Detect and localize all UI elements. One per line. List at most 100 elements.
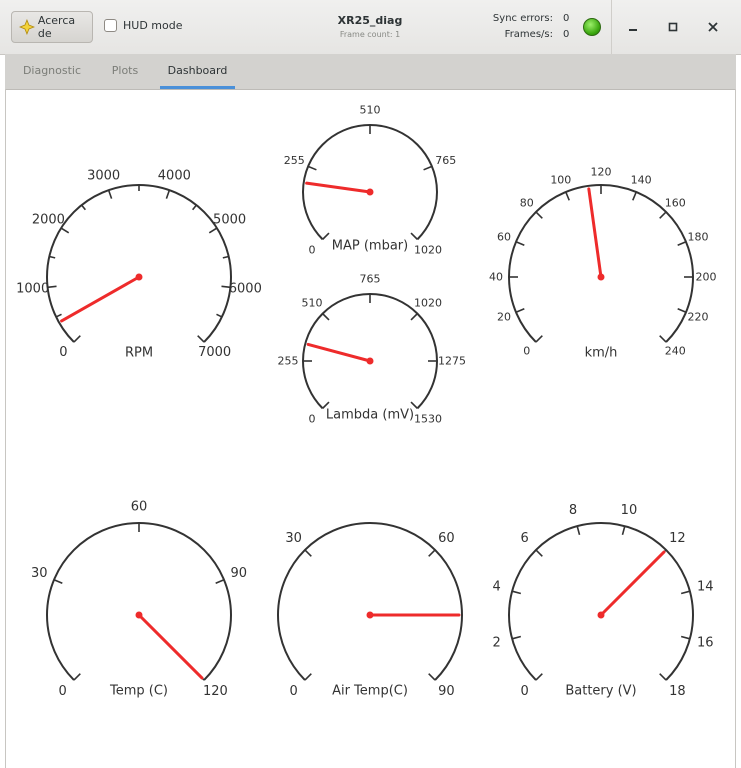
- speed-tick-label: 100: [550, 173, 571, 186]
- rpm-tick-label: 2000: [32, 213, 65, 228]
- rpm-minor-tick: [81, 204, 87, 211]
- lambda-major-tick: [322, 313, 330, 321]
- map-tick-label: 0: [309, 243, 316, 256]
- temp-tick-label: 0: [58, 684, 66, 699]
- airtemp-major-tick: [428, 549, 436, 557]
- battery-needle-hub: [597, 611, 605, 619]
- rpm-tick-label: 1000: [16, 281, 49, 296]
- speed-tick-label: 0: [523, 345, 530, 358]
- temp-tick-label: 30: [31, 566, 48, 581]
- lambda-tick-label: 1020: [414, 297, 442, 310]
- rpm-minor-tick: [222, 255, 229, 259]
- rpm-minor-tick: [49, 255, 56, 259]
- speed-major-tick: [659, 335, 667, 343]
- temp-gauge: 0 30 60 90 120 Temp (C): [31, 500, 247, 699]
- airtemp-gauge-label: Air Temp(C): [332, 684, 408, 699]
- speed-tick-label: 20: [497, 311, 511, 324]
- temp-major-tick: [53, 579, 63, 584]
- lambda-tick-label: 765: [360, 273, 381, 286]
- rpm-major-tick: [107, 189, 113, 199]
- rpm-major-tick: [197, 335, 205, 343]
- airtemp-tick-label: 60: [438, 531, 455, 546]
- lambda-tick-label: 255: [278, 355, 299, 368]
- rpm-dial-arc: [46, 184, 232, 343]
- speed-major-tick: [515, 241, 525, 246]
- map-tick-label: 255: [284, 154, 305, 167]
- map-major-tick: [423, 165, 433, 171]
- map-gauge: 0 255 510 765 1020 MAP (mbar): [284, 104, 457, 257]
- battery-gauge-label: Battery (V): [565, 684, 636, 699]
- speed-gauge-label: km/h: [585, 346, 618, 361]
- battery-major-tick: [511, 635, 522, 640]
- battery-tick-label: 16: [697, 635, 714, 650]
- battery-needle: [599, 550, 666, 617]
- speed-major-tick: [515, 308, 525, 313]
- map-needle: [305, 181, 372, 194]
- battery-major-tick: [680, 590, 691, 595]
- lambda-gauge: 0 255 510 765 1020 1275 1530Lambda (mV): [278, 273, 467, 426]
- battery-tick-label: 14: [697, 580, 714, 595]
- temp-needle-hub: [135, 611, 143, 619]
- battery-major-tick: [511, 590, 522, 595]
- temp-tick-label: 90: [231, 566, 248, 581]
- map-needle-hub: [366, 188, 374, 196]
- speed-tick-label: 60: [497, 230, 511, 243]
- battery-tick-label: 12: [669, 531, 686, 546]
- airtemp-major-tick: [304, 549, 312, 557]
- rpm-needle-hub: [135, 273, 143, 281]
- battery-gauge: 0 2 4 6 8 10 12 14 16 18 Battery (V): [493, 503, 714, 699]
- rpm-tick-label: 0: [59, 345, 67, 360]
- rpm-major-tick: [60, 227, 70, 234]
- speed-major-tick: [659, 211, 667, 219]
- map-gauge-label: MAP (mbar): [332, 239, 408, 254]
- lambda-tick-label: 1275: [438, 355, 466, 368]
- battery-tick-label: 8: [569, 503, 577, 518]
- speed-gauge: 0 20 40 60 80 100 120 140 160 180 200 220 240 km/h: [489, 166, 717, 361]
- speed-major-tick: [535, 335, 543, 343]
- temp-major-tick: [73, 673, 81, 681]
- speed-tick-label: 40: [489, 271, 503, 284]
- temp-tick-label: 60: [131, 500, 148, 515]
- rpm-minor-tick: [191, 204, 197, 211]
- speed-tick-label: 120: [591, 166, 612, 179]
- battery-dial-arc: [508, 522, 694, 681]
- map-tick-label: 765: [435, 154, 456, 167]
- battery-major-tick: [535, 549, 543, 557]
- speed-major-tick: [632, 191, 637, 201]
- lambda-tick-label: 0: [309, 412, 316, 425]
- airtemp-major-tick: [428, 673, 436, 681]
- lambda-dial-arc: [302, 293, 438, 410]
- battery-tick-label: 0: [520, 684, 528, 699]
- battery-major-tick: [535, 673, 543, 681]
- airtemp-tick-label: 0: [289, 684, 297, 699]
- map-dial-arc: [302, 124, 438, 241]
- temp-gauge-label: Temp (C): [109, 684, 168, 699]
- speed-tick-label: 200: [696, 271, 717, 284]
- speed-major-tick: [565, 191, 570, 201]
- temp-major-tick: [215, 579, 225, 584]
- battery-major-tick: [621, 525, 626, 536]
- rpm-major-tick: [73, 335, 81, 343]
- speed-needle: [587, 187, 603, 279]
- rpm-major-tick: [208, 227, 218, 234]
- speed-tick-label: 80: [520, 196, 534, 209]
- lambda-needle: [306, 342, 372, 363]
- battery-major-tick: [680, 635, 691, 640]
- airtemp-major-tick: [304, 673, 312, 681]
- battery-tick-label: 4: [493, 580, 501, 595]
- speed-tick-label: 140: [631, 173, 652, 186]
- speed-major-tick: [677, 241, 687, 246]
- rpm-major-tick: [165, 189, 171, 199]
- battery-tick-label: 2: [493, 635, 501, 650]
- map-major-tick: [410, 232, 418, 240]
- rpm-gauge: 0 1000 2000 3000 4000 5000 6000 7000 RPM: [16, 169, 262, 361]
- map-tick-label: 1020: [414, 243, 442, 256]
- rpm-tick-label: 5000: [213, 213, 246, 228]
- airtemp-dial-arc: [277, 522, 463, 681]
- lambda-needle-hub: [366, 357, 374, 365]
- map-major-tick: [307, 165, 317, 171]
- rpm-minor-tick: [216, 313, 223, 318]
- rpm-needle: [60, 275, 141, 323]
- speed-major-tick: [677, 308, 687, 313]
- map-tick-label: 510: [360, 104, 381, 117]
